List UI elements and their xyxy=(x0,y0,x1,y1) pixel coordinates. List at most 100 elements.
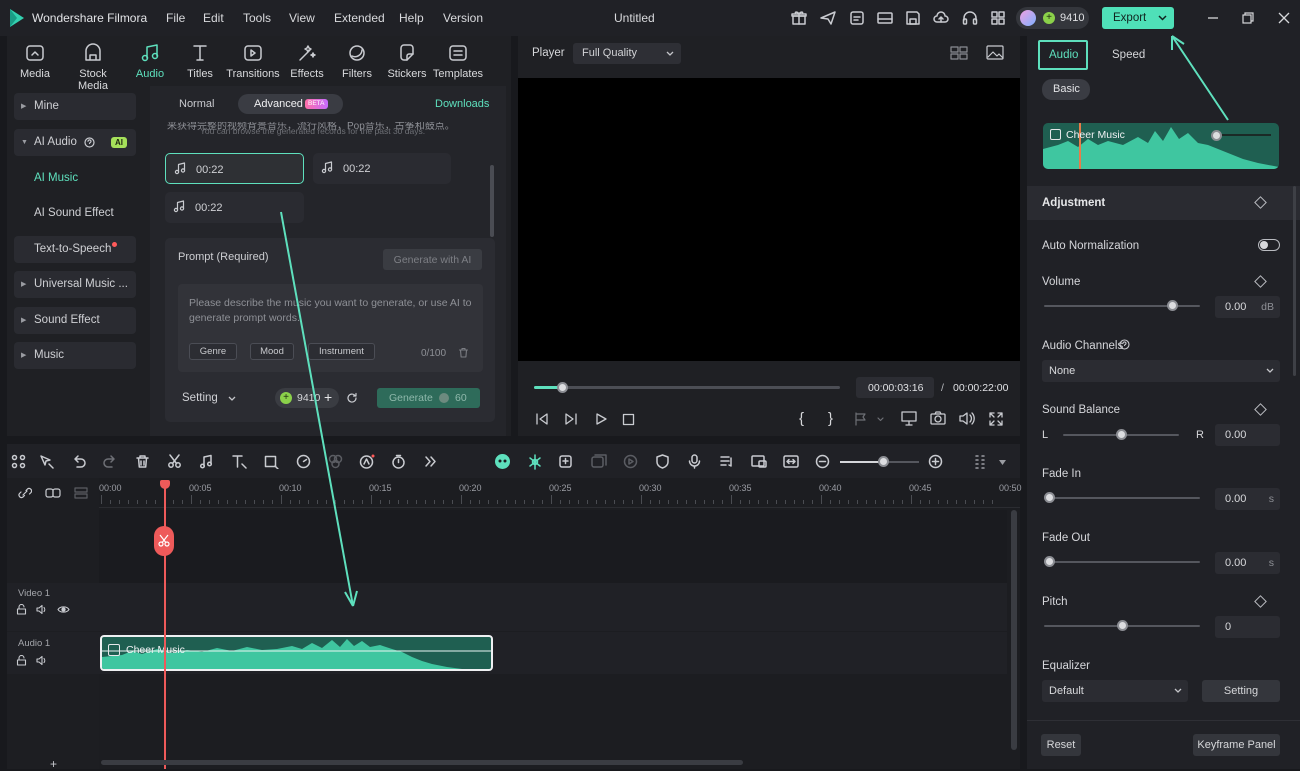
lock-icon[interactable] xyxy=(16,655,27,666)
keyframe-panel-button[interactable]: Keyframe Panel xyxy=(1193,734,1280,756)
mark-out-icon[interactable]: } xyxy=(828,410,833,427)
volume-input[interactable]: 0.00 dB xyxy=(1215,296,1280,318)
menu-extended[interactable]: Extended xyxy=(334,11,385,25)
audio-channels-select[interactable]: None xyxy=(1042,360,1280,382)
tab-stock-media[interactable]: Stock Media xyxy=(63,40,123,92)
balance-slider[interactable] xyxy=(1063,429,1179,440)
help-icon[interactable] xyxy=(1119,339,1130,350)
tab-titles[interactable]: Titles xyxy=(172,40,228,80)
mode-advanced-tab[interactable]: Advanced BETA xyxy=(238,94,343,114)
menu-version[interactable]: Version xyxy=(443,11,483,25)
snapshot-image-icon[interactable] xyxy=(986,45,1004,60)
split-playhead-button[interactable] xyxy=(154,526,174,556)
tab-media[interactable]: Media xyxy=(7,40,63,80)
reset-button[interactable]: Reset xyxy=(1041,734,1081,756)
ai-tool-icon[interactable] xyxy=(359,454,375,469)
group-icon[interactable] xyxy=(591,454,607,469)
video-preview[interactable] xyxy=(518,78,1020,361)
drag-handle-icon[interactable] xyxy=(974,454,987,469)
chip-genre[interactable]: Genre xyxy=(189,343,237,360)
equalizer-setting-button[interactable]: Setting xyxy=(1202,680,1280,702)
fit-width-icon[interactable] xyxy=(783,454,799,469)
quality-select[interactable]: Full Quality xyxy=(573,43,681,64)
redo-icon[interactable] xyxy=(103,454,118,469)
split-scissors-icon[interactable] xyxy=(167,454,182,469)
balance-input[interactable]: 0.00 xyxy=(1215,424,1280,446)
fade-in-input[interactable]: 0.00 s xyxy=(1215,488,1280,510)
crop-icon[interactable] xyxy=(264,454,279,469)
zoom-out-icon[interactable] xyxy=(815,454,830,469)
apps-grid-icon[interactable] xyxy=(990,10,1006,26)
next-frame-icon[interactable] xyxy=(564,412,578,426)
delete-icon[interactable] xyxy=(135,454,150,469)
pitch-slider-knob[interactable] xyxy=(1117,620,1128,631)
track-manager-icon[interactable] xyxy=(74,487,88,499)
zoom-in-icon[interactable] xyxy=(928,454,943,469)
save-icon[interactable] xyxy=(905,10,921,26)
refresh-icon[interactable] xyxy=(346,392,358,404)
clip-volume-knob[interactable] xyxy=(1211,130,1222,141)
sidebar-item-ai-audio[interactable]: ▼ AI Audio AI xyxy=(14,129,136,156)
microphone-icon[interactable] xyxy=(687,454,702,469)
basic-subtab[interactable]: Basic xyxy=(1042,79,1090,100)
player-progress-track[interactable] xyxy=(534,382,840,393)
sidebar-item-ai-music[interactable]: AI Music xyxy=(14,165,136,192)
setting-dropdown[interactable]: Setting xyxy=(182,392,218,404)
help-icon[interactable] xyxy=(84,137,95,148)
menu-tools[interactable]: Tools xyxy=(243,11,271,25)
volume-slider[interactable] xyxy=(1044,300,1200,311)
generated-clip[interactable]: 00:22 xyxy=(165,153,304,184)
pitch-input[interactable]: 0 xyxy=(1215,616,1280,638)
menu-help[interactable]: Help xyxy=(399,11,424,25)
close-icon[interactable] xyxy=(1278,12,1290,24)
snap-icon[interactable] xyxy=(527,454,543,470)
timeline-ruler[interactable]: 00:00 00:05 00:10 00:15 00:20 00:25 00:30 00:35… xyxy=(99,478,1022,508)
text-tool-icon[interactable] xyxy=(231,454,247,469)
chip-mood[interactable]: Mood xyxy=(250,343,294,360)
chip-instrument[interactable]: Instrument xyxy=(308,343,375,360)
unlink-icon[interactable] xyxy=(18,486,32,500)
pitch-slider[interactable] xyxy=(1044,620,1200,631)
clip-volume-track[interactable] xyxy=(1220,134,1271,136)
tab-stickers[interactable]: Stickers xyxy=(379,40,435,80)
voiceover-list-icon[interactable] xyxy=(719,454,734,469)
mark-in-icon[interactable]: { xyxy=(799,410,804,427)
sidebar-item-mine[interactable]: ▶ Mine xyxy=(14,93,136,120)
link-icon[interactable] xyxy=(45,487,61,499)
play-icon[interactable] xyxy=(594,412,608,426)
tab-audio[interactable]: Audio xyxy=(122,40,178,80)
balance-slider-knob[interactable] xyxy=(1116,429,1127,440)
tab-speed[interactable]: Speed xyxy=(1112,49,1145,61)
grid-view-icon[interactable] xyxy=(950,46,968,60)
properties-scrollbar[interactable] xyxy=(1293,186,1296,376)
timeline-horizontal-scrollbar[interactable] xyxy=(101,760,743,765)
generate-with-ai-button[interactable]: Generate with AI xyxy=(383,249,482,270)
tab-templates[interactable]: Templates xyxy=(430,40,486,80)
tab-effects[interactable]: Effects xyxy=(279,40,335,80)
volume-icon[interactable] xyxy=(36,655,48,666)
more-tools-icon[interactable] xyxy=(423,454,438,469)
marker-icon[interactable] xyxy=(854,412,884,426)
export-button[interactable]: Export xyxy=(1102,7,1174,29)
sidebar-item-sound-effect[interactable]: ▶ Sound Effect xyxy=(14,307,136,334)
shield-icon[interactable] xyxy=(655,454,670,469)
render-preview-icon[interactable] xyxy=(623,454,638,469)
undo-icon[interactable] xyxy=(71,454,86,469)
sidebar-item-universal-music[interactable]: ▶ Universal Music ... xyxy=(14,271,136,298)
pip-icon[interactable] xyxy=(751,454,767,469)
caret-down-icon[interactable] xyxy=(999,460,1006,465)
panel-scrollbar[interactable] xyxy=(490,165,494,237)
audio-edit-icon[interactable] xyxy=(199,454,214,469)
volume-slider-knob[interactable] xyxy=(1166,300,1178,311)
sidebar-item-music[interactable]: ▶ Music xyxy=(14,342,136,369)
fade-in-slider-knob[interactable] xyxy=(1044,492,1055,503)
eye-icon[interactable] xyxy=(57,605,70,614)
layout-grid-icon[interactable] xyxy=(11,454,26,469)
generate-button[interactable]: Generate 60 xyxy=(377,388,480,408)
volume-icon[interactable] xyxy=(959,411,975,426)
fade-out-input[interactable]: 0.00 s xyxy=(1215,552,1280,574)
cloud-doc-icon[interactable] xyxy=(849,10,865,26)
player-progress-knob[interactable] xyxy=(556,382,568,393)
fade-out-slider[interactable] xyxy=(1044,556,1200,567)
cloud-upload-icon[interactable] xyxy=(933,10,949,26)
